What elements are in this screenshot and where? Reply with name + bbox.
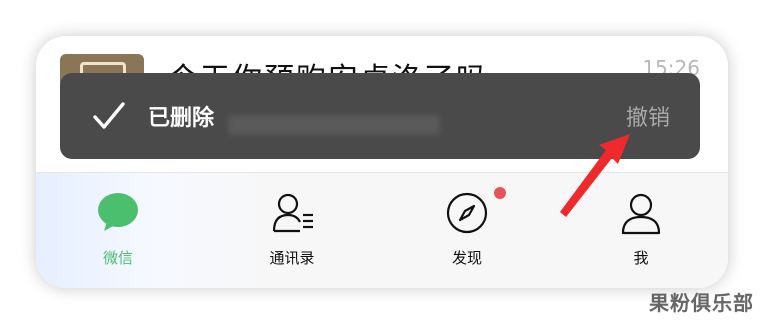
- deleted-toast: 已删除 撤销: [60, 73, 700, 159]
- tab-weixin[interactable]: 微信: [68, 191, 168, 271]
- undo-button[interactable]: 撤销: [626, 100, 670, 132]
- tab-weixin-label: 微信: [102, 249, 133, 267]
- bottom-tab-bar: 微信 通讯录 发现 我: [36, 172, 728, 288]
- toast-message: 已删除: [148, 106, 215, 131]
- tab-me[interactable]: 我: [591, 191, 691, 271]
- tab-discover[interactable]: 发现: [417, 191, 517, 271]
- tab-contacts-label: 通讯录: [269, 249, 315, 267]
- blurred-content: [228, 115, 440, 135]
- person-icon: [621, 193, 661, 235]
- tab-me-label: 我: [633, 249, 649, 267]
- watermark: 果粉俱乐部: [649, 291, 754, 315]
- discover-badge-dot: [492, 185, 508, 201]
- tab-contacts[interactable]: 通讯录: [242, 191, 342, 271]
- tab-discover-label: 发现: [451, 249, 482, 267]
- compass-icon: [446, 192, 488, 234]
- checkmark-icon: [93, 102, 125, 129]
- chat-bubble-icon: [98, 193, 138, 231]
- contacts-icon: [272, 193, 313, 233]
